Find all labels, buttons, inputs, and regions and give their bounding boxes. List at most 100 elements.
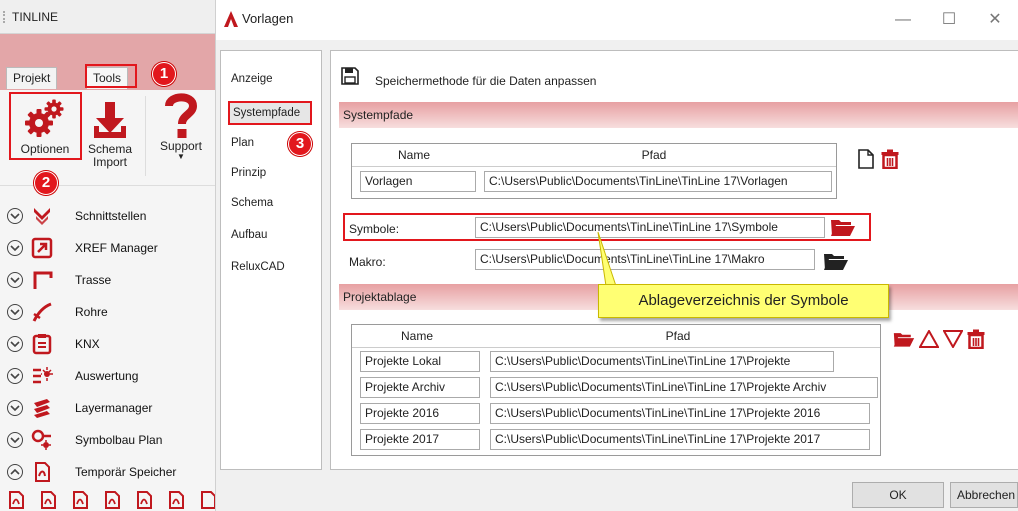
list-item-knx[interactable]: KNX: [0, 328, 215, 360]
close-button[interactable]: ✕: [972, 6, 1018, 34]
item-label: KNX: [75, 337, 100, 351]
expand-chevron-icon[interactable]: [7, 432, 23, 448]
xref-icon: [31, 237, 53, 259]
maximize-button[interactable]: ☐: [926, 6, 972, 34]
list-item-symbolbau-plan[interactable]: Symbolbau Plan: [0, 424, 215, 456]
projektablage-grid: Name Pfad Projekte Lokal C:\Users\Public…: [351, 324, 881, 456]
table-cell-name[interactable]: Projekte Archiv: [360, 377, 480, 398]
symbole-path-field[interactable]: C:\Users\Public\Documents\TinLine\TinLin…: [475, 217, 825, 238]
drag-grip-icon[interactable]: [3, 11, 7, 23]
expand-chevron-icon[interactable]: [7, 272, 23, 288]
symbole-label: Symbole:: [349, 222, 400, 236]
dialog-title: Vorlagen: [242, 11, 294, 26]
table-cell-path[interactable]: C:\Users\Public\Documents\TinLine\TinLin…: [490, 351, 834, 372]
item-label: Trasse: [75, 273, 112, 287]
ribbon-band: [0, 34, 215, 66]
trash-icon[interactable]: [967, 329, 985, 349]
pdf-icon[interactable]: [72, 491, 88, 509]
column-header-pfad[interactable]: Pfad: [482, 329, 874, 347]
pdf-icon[interactable]: [200, 491, 216, 509]
callout-tooltip: Ablageverzeichnis der Symbole: [598, 284, 889, 318]
panel-title: TINLINE: [12, 10, 59, 24]
interface-icon: [34, 208, 50, 225]
nav-prinzip[interactable]: Prinzip: [231, 167, 266, 179]
support-dropdown-icon[interactable]: ▼: [146, 153, 215, 161]
table-cell-path[interactable]: C:\Users\Public\Documents\TinLine\TinLin…: [490, 403, 870, 424]
item-label: Layermanager: [75, 401, 153, 415]
grid-divider: [352, 347, 880, 348]
table-cell-name[interactable]: Vorlagen: [360, 171, 476, 192]
panel-titlebar[interactable]: TINLINE: [0, 0, 215, 34]
settings-content: Speichermethode für die Daten anpassen S…: [330, 50, 1018, 470]
column-header-pfad[interactable]: Pfad: [476, 148, 832, 166]
evaluation-icon: [33, 367, 53, 384]
list-item-schnittstellen[interactable]: Schnittstellen: [0, 200, 215, 232]
collapse-chevron-icon[interactable]: [7, 464, 23, 480]
pdf-icon[interactable]: [168, 491, 184, 509]
list-item-xref-manager[interactable]: XREF Manager: [0, 232, 215, 264]
pdf-icon[interactable]: [8, 491, 24, 509]
move-up-icon[interactable]: [919, 330, 939, 348]
ok-button[interactable]: OK: [852, 482, 944, 508]
open-folder-icon[interactable]: [893, 330, 915, 348]
nav-plan[interactable]: Plan: [231, 137, 254, 149]
grid-divider: [352, 166, 836, 167]
nav-systempfade[interactable]: Systempfade: [228, 101, 312, 125]
nav-aufbau[interactable]: Aufbau: [231, 229, 267, 241]
ribbon-content: Optionen Schema Import Support ▼: [0, 90, 215, 186]
cancel-button[interactable]: Abbrechen: [950, 482, 1018, 508]
list-item-rohre[interactable]: Rohre: [0, 296, 215, 328]
column-header-name[interactable]: Name: [354, 329, 480, 347]
nav-anzeige[interactable]: Anzeige: [231, 73, 273, 85]
knx-icon: [32, 334, 52, 355]
table-cell-name[interactable]: Projekte 2017: [360, 429, 480, 450]
trash-icon[interactable]: [881, 149, 899, 169]
nav-reluxcad[interactable]: ReluxCAD: [231, 261, 285, 273]
item-label: XREF Manager: [75, 241, 158, 255]
layer-icon: [34, 399, 50, 418]
section-header-systempfade: Systempfade: [339, 102, 1018, 128]
move-down-icon[interactable]: [943, 330, 963, 348]
expand-chevron-icon[interactable]: [7, 368, 23, 384]
list-item-layermanager[interactable]: Layermanager: [0, 392, 215, 424]
floppy-disk-icon[interactable]: [341, 67, 359, 85]
table-cell-path[interactable]: C:\Users\Public\Documents\TinLine\TinLin…: [490, 429, 870, 450]
tab-projekt[interactable]: Projekt: [6, 67, 58, 89]
badge-2: 2: [34, 171, 58, 195]
open-folder-icon[interactable]: [823, 251, 849, 271]
column-header-name[interactable]: Name: [354, 148, 474, 166]
pipe-icon: [32, 302, 52, 322]
new-file-icon[interactable]: [858, 149, 874, 169]
pdf-icon[interactable]: [136, 491, 152, 509]
expand-chevron-icon[interactable]: [7, 400, 23, 416]
expand-chevron-icon[interactable]: [7, 304, 23, 320]
list-item-auswertung[interactable]: Auswertung: [0, 360, 215, 392]
schema-import-button[interactable]: Schema Import: [82, 96, 138, 169]
section-title: Systempfade: [343, 108, 414, 122]
expand-chevron-icon[interactable]: [7, 208, 23, 224]
nav-schema[interactable]: Schema: [231, 197, 273, 209]
highlight-optionen: [9, 92, 82, 160]
dialog-titlebar[interactable]: Vorlagen — ☐ ✕: [216, 0, 1018, 40]
import-label: Import: [92, 155, 127, 169]
expand-chevron-icon[interactable]: [7, 336, 23, 352]
table-cell-path[interactable]: C:\Users\Public\Documents\TinLine\TinLin…: [490, 377, 878, 398]
systempfade-grid: Name Pfad Vorlagen C:\Users\Public\Docum…: [351, 143, 837, 199]
save-method-label[interactable]: Speichermethode für die Daten anpassen: [375, 74, 596, 88]
minimize-button[interactable]: —: [880, 6, 926, 34]
support-button[interactable]: Support ▼: [146, 92, 215, 161]
list-item-temporar-speicher[interactable]: Temporär Speicher: [0, 456, 215, 488]
section-title: Projektablage: [343, 290, 417, 304]
open-folder-icon[interactable]: [830, 217, 856, 237]
makro-path-field[interactable]: C:\Users\Public\Documents\TinLine\TinLin…: [475, 249, 815, 270]
table-cell-path[interactable]: C:\Users\Public\Documents\TinLine\TinLin…: [484, 171, 832, 192]
route-icon: [33, 271, 53, 289]
table-cell-name[interactable]: Projekte 2016: [360, 403, 480, 424]
pdf-icon[interactable]: [40, 491, 56, 509]
pdf-icon[interactable]: [104, 491, 120, 509]
list-item-trasse[interactable]: Trasse: [0, 264, 215, 296]
table-cell-name[interactable]: Projekte Lokal: [360, 351, 480, 372]
item-label: Symbolbau Plan: [75, 433, 163, 447]
item-label: Temporär Speicher: [75, 465, 177, 479]
expand-chevron-icon[interactable]: [7, 240, 23, 256]
